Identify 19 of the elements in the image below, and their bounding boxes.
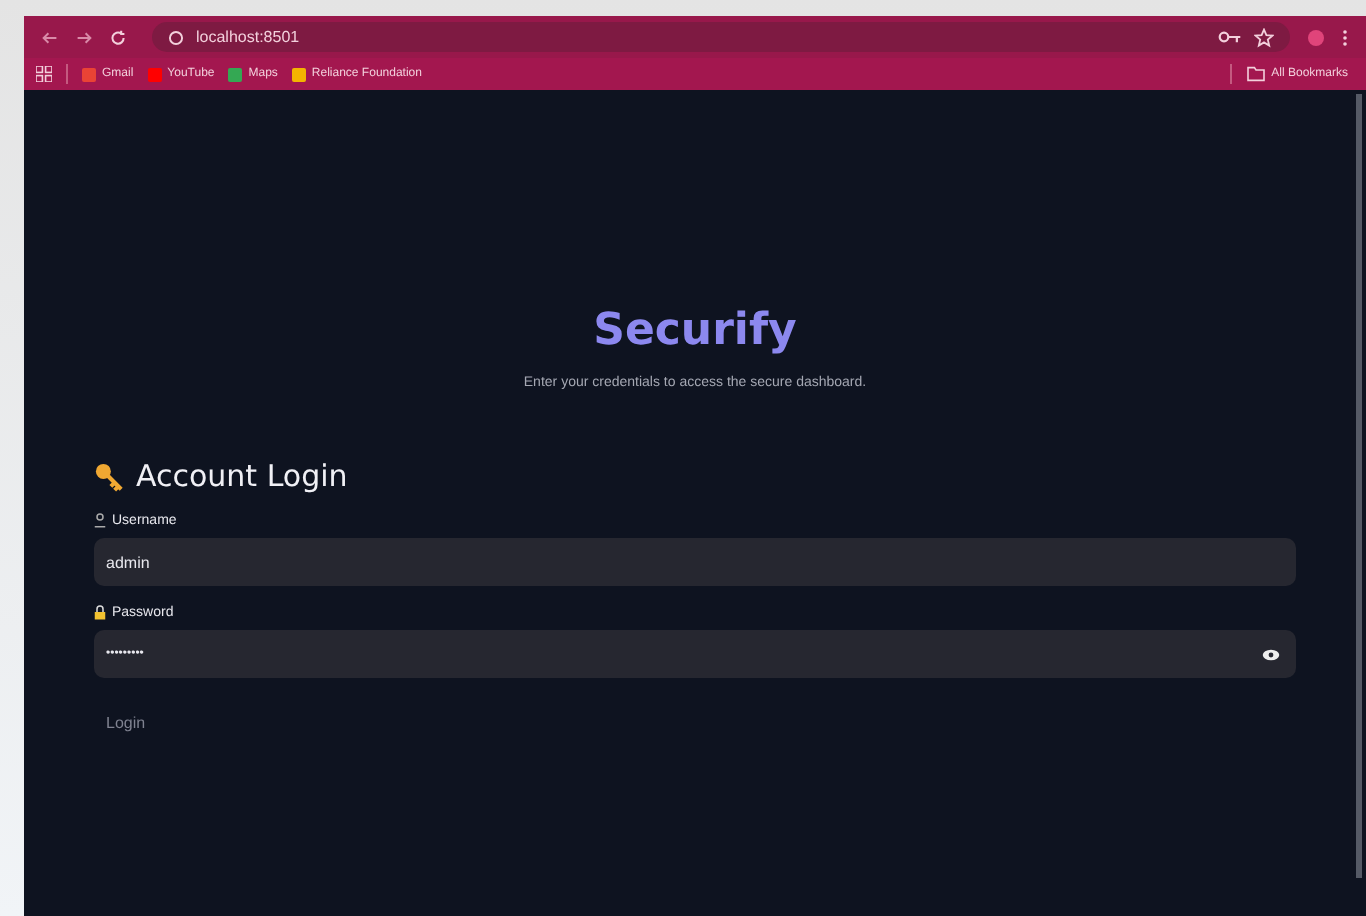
- field-value: admin: [106, 553, 150, 571]
- section-title: Account Login: [136, 458, 348, 494]
- url-text: localhost:8501: [196, 28, 300, 46]
- user-icon: [94, 512, 106, 528]
- reload-icon[interactable]: [110, 29, 126, 45]
- lock-icon: [94, 604, 106, 620]
- star-icon[interactable]: [1254, 27, 1274, 47]
- eye-icon[interactable]: [1262, 647, 1280, 661]
- address-bar[interactable]: localhost:8501: [152, 22, 1290, 52]
- folder-icon: [1245, 66, 1266, 82]
- login-button[interactable]: Login: [94, 706, 158, 740]
- menu-icon[interactable]: [1342, 27, 1348, 47]
- apps-grid-icon[interactable]: [36, 66, 52, 82]
- username-field[interactable]: admin: [94, 538, 1296, 586]
- back-icon[interactable]: [42, 29, 58, 45]
- app-title: Securify: [591, 306, 799, 356]
- key-icon[interactable]: [1218, 30, 1242, 44]
- forward-icon[interactable]: [76, 29, 92, 45]
- key-icon: [94, 461, 124, 491]
